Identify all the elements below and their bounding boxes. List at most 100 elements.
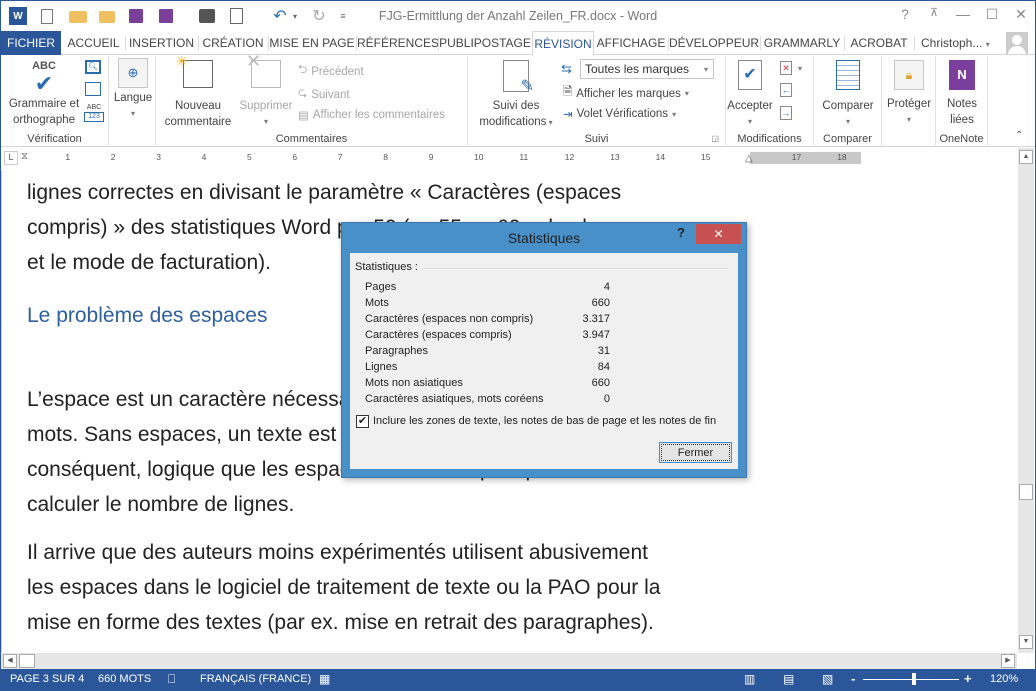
tab-publipostage[interactable]: PUBLIPOSTAGE (439, 31, 531, 55)
reviewing-pane-button[interactable]: ⇥ Volet Vérifications ▾ (563, 107, 676, 121)
macro-icon[interactable]: ▦ (319, 672, 330, 686)
include-textboxes-label[interactable]: Inclure les zones de texte, les notes de… (373, 415, 716, 427)
group-proteger: 🔒︎ Protéger ▾ (882, 56, 936, 147)
thesaurus-icon[interactable] (85, 82, 101, 96)
tab-insertion[interactable]: INSERTION (126, 31, 197, 55)
horizontal-scroll-thumb[interactable] (19, 654, 35, 668)
tab-fichier[interactable]: FICHIER (1, 31, 61, 55)
tab-developpeur[interactable]: DÉVELOPPEUR (669, 31, 759, 55)
ruler-number: 2 (110, 152, 116, 162)
tab-accueil[interactable]: ACCUEIL (63, 31, 124, 55)
stat-row: Lignes 84 (365, 361, 610, 373)
zoom-level[interactable]: 120% (990, 673, 1018, 685)
show-comments-button[interactable]: ▤ Afficher les commentaires (298, 108, 445, 122)
language-status[interactable]: FRANÇAIS (FRANCE) (200, 673, 311, 685)
tab-references[interactable]: RÉFÉRENCES (357, 31, 439, 55)
tab-selector[interactable]: L (4, 151, 18, 165)
tab-revision[interactable]: RÉVISION (532, 31, 594, 56)
stat-row: Caractères (espaces compris) 3.947 (365, 329, 610, 341)
ruler-number: 1 (65, 152, 71, 162)
zoom-in-button[interactable]: + (964, 671, 972, 686)
tab-affichage[interactable]: AFFICHAGE (595, 31, 667, 55)
ribbon: ABC ✔ Grammaire et orthographe 🔍︎ ABC 12… (1, 52, 1035, 147)
close-icon[interactable]: ✕ (1009, 6, 1033, 26)
new-comment-button[interactable]: ✳ Nouveau commentaire (162, 53, 234, 130)
protect-button[interactable]: 🔒︎ Protéger ▾ (884, 60, 934, 128)
horizontal-scrollbar[interactable]: ◀ ▶ (1, 653, 1017, 669)
zoom-out-button[interactable]: - (851, 671, 855, 686)
doc-line: les espaces dans le logiciel de traiteme… (27, 576, 661, 599)
chevron-down-icon[interactable]: ▾ (798, 64, 802, 73)
ruler-number: 11 (519, 152, 529, 162)
dialog-title: Statistiques (507, 230, 581, 246)
word-count-icon[interactable]: ABC 123 (84, 104, 104, 122)
previous-comment-button[interactable]: ⮌ Précédent (298, 62, 364, 81)
compare-button[interactable]: Comparer ▾ (816, 60, 880, 130)
vertical-scrollbar[interactable]: ▲ ▼ (1018, 148, 1034, 653)
read-mode-icon[interactable]: ▥ (744, 672, 755, 686)
ruler-number: 8 (383, 152, 388, 162)
group-label-suivi: Suivi (584, 133, 609, 145)
section-divider (422, 268, 728, 269)
proofing-icon[interactable]: ⎕ (168, 672, 175, 687)
reviewing-pane-icon: ⇥ (563, 109, 573, 121)
markup-view-select[interactable]: Toutes les marques ▾ (580, 59, 714, 79)
chevron-down-icon: ▾ (906, 115, 911, 124)
minimize-icon[interactable]: — (951, 6, 975, 26)
language-icon: ⊕ (118, 58, 148, 88)
scroll-up-icon[interactable]: ▲ (1019, 150, 1033, 164)
track-changes-button[interactable]: ✎ Suivi des modifications ▾ (474, 60, 558, 131)
reject-icon[interactable]: ✕ (780, 61, 792, 75)
close-dialog-button[interactable]: Fermer (659, 442, 732, 463)
next-comment-button[interactable]: ⮎ Suivant (298, 85, 350, 104)
doc-line: et le mode de facturation). (27, 251, 271, 274)
ruler-number: 12 (564, 152, 575, 162)
horizontal-ruler[interactable]: 1 2 3 4 5 6 7 8 9 10 11 12 13 14 15 17 18 △ ⧖ (21, 151, 861, 164)
vertical-scroll-thumb[interactable] (1019, 484, 1033, 500)
delete-comment-button[interactable]: ✕ Supprimer ▾ (236, 52, 296, 130)
linked-notes-button[interactable]: N Notes liées (938, 60, 986, 128)
doc-line: Il arrive que des auteurs moins expérime… (27, 541, 648, 564)
delete-comment-icon: ✕ (246, 52, 281, 88)
track-changes-icon: ✎ (503, 60, 534, 95)
collapse-ribbon-icon[interactable]: ⌃ (1015, 130, 1023, 141)
chevron-down-icon: ▾ (845, 117, 850, 126)
dialog-close-icon[interactable]: ✕ (696, 224, 741, 244)
word-count[interactable]: 660 MOTS (98, 673, 151, 685)
spelling-grammar-button[interactable]: ABC ✔ Grammaire et orthographe (5, 58, 83, 128)
web-layout-icon[interactable]: ▧ (822, 672, 833, 686)
include-textboxes-checkbox[interactable]: ✔ (356, 415, 369, 428)
show-markup-button[interactable]: 🗎︎ Afficher les marques ▾ (563, 84, 689, 103)
chevron-down-icon: ▾ (985, 40, 990, 49)
language-button[interactable]: ⊕ Langue ▾ (111, 58, 155, 122)
user-name: Christoph... (921, 36, 983, 50)
define-icon[interactable]: 🔍︎ (85, 60, 101, 74)
dialog-help-icon[interactable]: ? (677, 225, 685, 240)
accept-button[interactable]: ✔ Accepter ▾ (726, 60, 774, 130)
ruler-number: 17 (791, 152, 802, 162)
group-modifications: ✔ Accepter ▾ ✕ ▾ ← → Modifications (726, 56, 814, 147)
zoom-slider-thumb[interactable] (912, 673, 916, 685)
scroll-left-icon[interactable]: ◀ (3, 654, 17, 668)
ribbon-display-options-icon[interactable]: ⊼ (922, 6, 946, 26)
right-indent-marker[interactable]: △ (745, 153, 753, 164)
protect-lock-icon: 🔒︎ (894, 60, 924, 90)
scroll-right-icon[interactable]: ▶ (1001, 654, 1015, 668)
tab-grammarly[interactable]: GRAMMARLY (761, 31, 843, 55)
maximize-icon[interactable]: ☐ (980, 6, 1004, 26)
left-indent-marker[interactable]: ⧖ (21, 151, 28, 162)
ruler-number: 9 (428, 152, 434, 162)
print-layout-icon[interactable]: ▤ (783, 672, 794, 686)
page-indicator[interactable]: PAGE 3 SUR 4 (10, 673, 84, 685)
tab-acrobat[interactable]: ACROBAT (845, 31, 913, 55)
help-icon[interactable]: ? (893, 6, 917, 26)
zoom-slider[interactable] (863, 679, 959, 680)
next-change-icon[interactable]: → (780, 106, 792, 120)
avatar[interactable] (1006, 32, 1028, 54)
tab-mise-en-page[interactable]: MISE EN PAGE (269, 31, 355, 55)
compare-icon (836, 60, 860, 90)
previous-change-icon[interactable]: ← (780, 83, 792, 97)
word-window: W ↶ ▾ ↻ ≡ FJG-Ermittlung der Anzahl Zeil… (0, 0, 1036, 691)
user-account-menu[interactable]: Christoph... ▾ (921, 36, 990, 50)
scroll-down-icon[interactable]: ▼ (1019, 635, 1033, 649)
